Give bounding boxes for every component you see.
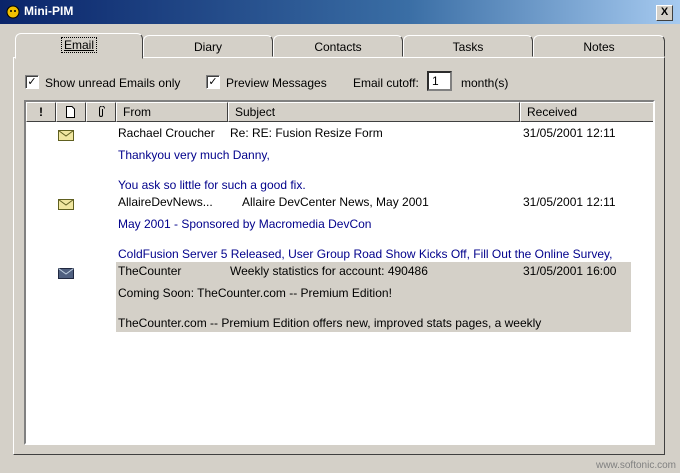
tab-tasks[interactable]: Tasks — [403, 35, 533, 57]
tab-diary-label: Diary — [193, 40, 222, 54]
tab-contacts-label: Contacts — [314, 40, 362, 54]
tab-diary[interactable]: Diary — [143, 35, 273, 57]
window-title: Mini-PIM — [24, 4, 74, 18]
title-bar: Mini-PIM X — [0, 0, 680, 24]
tab-notes-label: Notes — [583, 40, 615, 54]
tab-notes[interactable]: Notes — [533, 35, 665, 57]
close-button[interactable]: X — [656, 5, 673, 21]
watermark: www.softonic.com — [595, 460, 676, 471]
email-panel — [13, 57, 665, 455]
tab-email[interactable]: Email — [15, 33, 143, 59]
tab-email-label: Email — [60, 37, 97, 53]
tab-contacts[interactable]: Contacts — [273, 35, 403, 57]
tab-tasks-label: Tasks — [452, 40, 484, 54]
app-icon — [6, 5, 20, 19]
